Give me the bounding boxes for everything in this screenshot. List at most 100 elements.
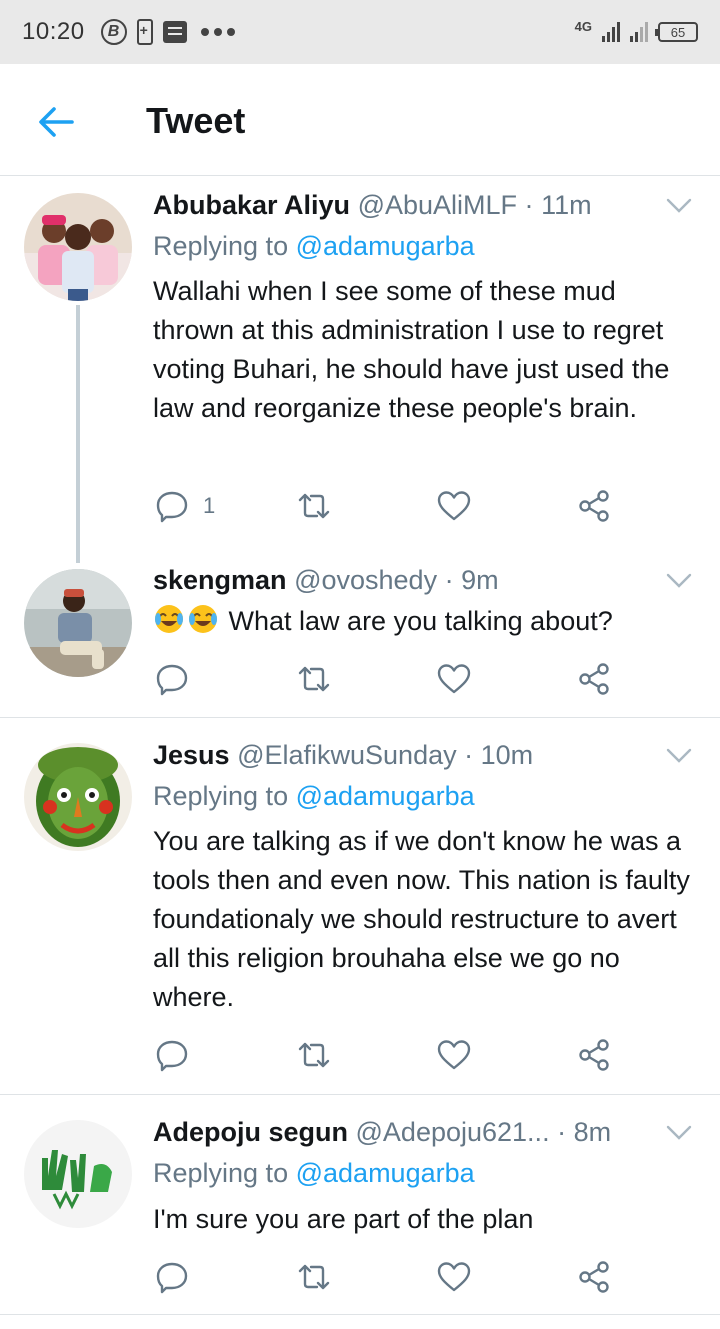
avatar[interactable] xyxy=(24,1120,132,1228)
separator-dot: · xyxy=(557,1117,567,1147)
tweet-header: Jesus @ElafikwuSunday · 10m xyxy=(153,740,533,771)
replying-to-label: Replying to xyxy=(153,781,289,811)
reply-button[interactable] xyxy=(155,1257,189,1297)
author-name[interactable]: skengman xyxy=(153,565,287,595)
reply-icon xyxy=(156,664,188,696)
divider xyxy=(0,717,720,718)
signal-secondary-icon xyxy=(630,22,648,42)
chevron-down-icon[interactable] xyxy=(666,747,692,765)
tweet-text: I'm sure you are part of the plan xyxy=(153,1204,534,1234)
page-title: Tweet xyxy=(146,100,246,141)
status-right-icons: 4G 65 xyxy=(574,18,698,42)
status-notification-icons: B xyxy=(100,19,235,45)
author-handle[interactable]: @ElafikwuSunday xyxy=(237,740,457,770)
retweet-button[interactable] xyxy=(297,1257,331,1297)
reply-button[interactable] xyxy=(155,1035,189,1075)
tweet-time[interactable]: 11m xyxy=(541,190,592,220)
tweet-actions: 1 xyxy=(153,486,623,526)
battery-icon: 65 xyxy=(655,22,698,42)
chevron-down-icon[interactable] xyxy=(666,572,692,590)
share-icon xyxy=(579,1261,609,1293)
replying-to: Replying to @adamugarba xyxy=(153,781,475,812)
like-button[interactable] xyxy=(437,1257,471,1297)
tweet-text: What law are you talking about? xyxy=(228,606,613,636)
retweet-icon xyxy=(298,666,330,692)
app-header: Tweet xyxy=(0,64,720,176)
author-name[interactable]: Jesus xyxy=(153,740,230,770)
tweet-time[interactable]: 10m xyxy=(481,740,534,770)
reply-icon xyxy=(156,1040,188,1072)
heart-icon xyxy=(437,1040,471,1070)
message-icon xyxy=(162,21,187,43)
replying-to-link[interactable]: @adamugarba xyxy=(296,1158,475,1188)
share-button[interactable] xyxy=(577,659,611,699)
status-time: 10:20 xyxy=(22,18,85,45)
replying-to-link[interactable]: @adamugarba xyxy=(296,231,475,261)
reply-icon xyxy=(156,491,188,523)
author-name[interactable]: Adepoju segun xyxy=(153,1117,348,1147)
heart-icon xyxy=(437,664,471,694)
separator-dot: · xyxy=(464,740,474,770)
tweet-text: You are talking as if we don't know he w… xyxy=(153,826,690,1012)
separator-dot: · xyxy=(444,565,454,595)
share-button[interactable] xyxy=(577,486,611,526)
retweet-button[interactable] xyxy=(297,659,331,699)
divider xyxy=(0,1094,720,1095)
author-handle[interactable]: @ovoshedy xyxy=(294,565,437,595)
avatar[interactable] xyxy=(24,743,132,851)
replying-to-link[interactable]: @adamugarba xyxy=(296,781,475,811)
author-handle[interactable]: @Adepoju621... xyxy=(356,1117,550,1148)
author-handle[interactable]: @AbuAliMLF xyxy=(358,190,517,220)
tears-of-joy-emoji-icon xyxy=(155,605,183,633)
replying-to-label: Replying to xyxy=(153,1158,289,1188)
reply-icon xyxy=(156,1262,188,1294)
tweet-actions xyxy=(153,1035,623,1075)
tweet-text: Wallahi when I see some of these mud thr… xyxy=(153,276,670,423)
tweet-actions xyxy=(153,659,623,699)
like-button[interactable] xyxy=(437,486,471,526)
avatar[interactable] xyxy=(24,569,132,677)
arrow-left-icon[interactable] xyxy=(36,102,76,142)
retweet-icon xyxy=(298,1264,330,1290)
divider xyxy=(0,1314,720,1315)
separator-dot: · xyxy=(524,190,534,220)
heart-icon xyxy=(437,491,471,521)
tweet-actions xyxy=(153,1257,623,1297)
status-bar: 10:20 B 4G 65 xyxy=(0,0,720,64)
share-icon xyxy=(579,490,609,522)
tweet-header: skengman @ovoshedy · 9m xyxy=(153,565,499,596)
signal-icon xyxy=(602,22,620,42)
b-app-icon: B xyxy=(100,19,127,45)
retweet-button[interactable] xyxy=(297,1035,331,1075)
chevron-down-icon[interactable] xyxy=(666,1124,692,1142)
battery-level: 65 xyxy=(670,24,686,40)
tweet-time[interactable]: 9m xyxy=(461,565,499,595)
retweet-icon xyxy=(298,493,330,519)
more-notifications-icon xyxy=(200,28,235,36)
tweet-header: Adepoju segun @Adepoju621... · 8m xyxy=(153,1117,611,1148)
tears-of-joy-emoji-icon xyxy=(189,605,217,633)
replying-to: Replying to @adamugarba xyxy=(153,1158,475,1189)
tweet-text-row: What law are you talking about? xyxy=(153,602,698,641)
reply-count: 1 xyxy=(203,493,216,518)
share-button[interactable] xyxy=(577,1035,611,1075)
reply-button[interactable] xyxy=(155,659,189,699)
battery-saver-icon xyxy=(136,19,153,45)
tweet-header: Abubakar Aliyu @AbuAliMLF · 11m xyxy=(153,190,592,221)
heart-icon xyxy=(437,1262,471,1292)
retweet-button[interactable] xyxy=(297,486,331,526)
share-icon xyxy=(579,663,609,695)
network-type: 4G xyxy=(574,18,592,34)
avatar[interactable] xyxy=(24,193,132,301)
replying-to-label: Replying to xyxy=(153,231,289,261)
retweet-icon xyxy=(298,1042,330,1068)
replying-to: Replying to @adamugarba xyxy=(153,231,475,262)
author-name[interactable]: Abubakar Aliyu xyxy=(153,190,350,220)
thread-line xyxy=(76,305,80,563)
reply-button[interactable]: 1 xyxy=(155,486,215,526)
chevron-down-icon[interactable] xyxy=(666,197,692,215)
share-button[interactable] xyxy=(577,1257,611,1297)
tweet-time[interactable]: 8m xyxy=(574,1117,612,1147)
like-button[interactable] xyxy=(437,659,471,699)
like-button[interactable] xyxy=(437,1035,471,1075)
